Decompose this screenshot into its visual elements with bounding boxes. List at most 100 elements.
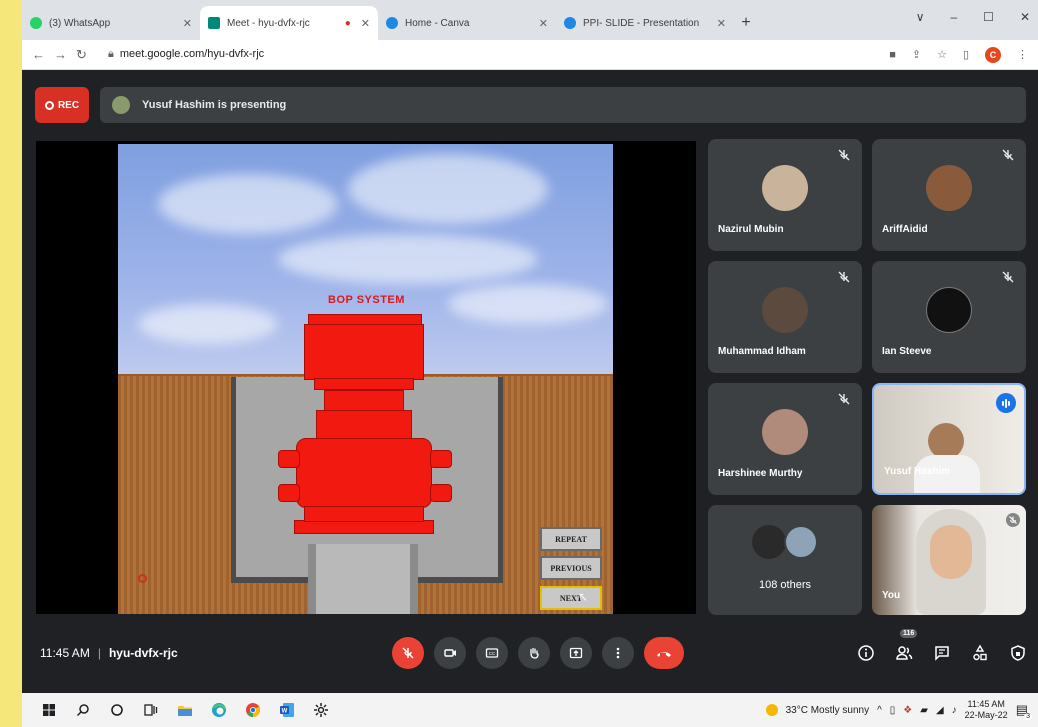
reload-icon[interactable]: ↻: [76, 47, 98, 63]
call-controls: CC: [392, 637, 684, 669]
share-icon[interactable]: ⇪: [912, 48, 921, 61]
tab-search-button[interactable]: ∨: [916, 10, 925, 24]
side-panel-icon[interactable]: ▯: [963, 48, 969, 61]
meeting-time: 11:45 AM: [40, 646, 90, 660]
info-icon: [858, 645, 874, 661]
task-view-icon[interactable]: [134, 693, 168, 727]
canva-icon: [386, 17, 398, 29]
url-field[interactable]: 🔒︎ meet.google.com/hyu-dvfx-rjc: [108, 48, 264, 61]
self-view-tile[interactable]: You: [872, 505, 1026, 615]
cortana-icon[interactable]: [100, 693, 134, 727]
close-window-button[interactable]: ✕: [1020, 10, 1030, 24]
back-arrow-icon[interactable]: ←: [32, 47, 54, 62]
meeting-details-button[interactable]: [856, 641, 876, 665]
activities-button[interactable]: [970, 641, 990, 665]
tab-presentation[interactable]: PPI- SLIDE - Presentation ✕: [556, 6, 734, 40]
tab-canva[interactable]: Home - Canva ✕: [378, 6, 556, 40]
clock-time: 11:45 AM: [967, 699, 1005, 709]
bop-lower-spool: [304, 506, 424, 522]
participant-tile[interactable]: AriffAidid: [872, 139, 1026, 251]
bop-base-flange: [294, 520, 434, 534]
present-screen-button[interactable]: [560, 637, 592, 669]
participant-tile[interactable]: Muhammad Idham: [708, 261, 862, 373]
participant-face: [928, 423, 964, 459]
camera-toggle-button[interactable]: [434, 637, 466, 669]
network-icon[interactable]: ▰: [920, 705, 928, 716]
camera-in-use-icon[interactable]: ■: [889, 49, 896, 61]
wellhead-post: [308, 544, 418, 614]
mic-off-icon: [1002, 271, 1014, 283]
minimize-button[interactable]: –: [950, 10, 957, 24]
cloud-shape: [278, 234, 538, 284]
cloud-shape: [448, 284, 608, 324]
new-tab-button[interactable]: +: [734, 14, 758, 32]
microphone-toggle-button[interactable]: [392, 637, 424, 669]
leave-call-button[interactable]: [644, 637, 684, 669]
bookmark-star-icon[interactable]: ☆: [937, 48, 947, 61]
windows-start-icon[interactable]: [32, 693, 66, 727]
participant-avatar: [762, 409, 808, 455]
tab-title: Meet - hyu-dvfx-rjc: [227, 17, 310, 29]
settings-gear-icon[interactable]: [304, 693, 338, 727]
notification-icon[interactable]: ▤ 3: [1016, 702, 1032, 720]
captions-button[interactable]: CC: [476, 637, 508, 669]
recording-badge[interactable]: REC: [35, 87, 89, 123]
recording-dot-icon: ●: [344, 17, 351, 29]
cloud-shape: [158, 174, 338, 234]
close-tab-icon[interactable]: ✕: [183, 17, 192, 30]
participant-tile[interactable]: Nazirul Mubin: [708, 139, 862, 251]
next-button[interactable]: NEXT: [540, 586, 602, 610]
slide-marker-icon: [138, 574, 147, 583]
people-icon: [896, 646, 913, 660]
edge-browser-icon[interactable]: [202, 693, 236, 727]
ram-body: [296, 438, 432, 508]
participant-tile-speaking[interactable]: Yusuf Hashim: [872, 383, 1026, 495]
word-icon[interactable]: W: [270, 693, 304, 727]
profile-avatar[interactable]: C: [985, 46, 1001, 63]
participant-tile[interactable]: Harshinee Murthy: [708, 383, 862, 495]
shield-lock-icon: [1011, 645, 1025, 661]
chevron-up-icon[interactable]: ^: [877, 705, 882, 716]
participant-avatar: [762, 165, 808, 211]
captions-icon: CC: [485, 648, 499, 658]
forward-arrow-icon[interactable]: →: [54, 47, 76, 62]
clock-date: 22-May-22: [964, 710, 1008, 720]
mic-off-icon: [838, 393, 850, 405]
file-explorer-icon[interactable]: [168, 693, 202, 727]
close-tab-icon[interactable]: ✕: [361, 17, 370, 30]
search-icon[interactable]: [66, 693, 100, 727]
volume-icon[interactable]: ♪: [952, 705, 957, 716]
mouse-cursor-icon: ↖: [578, 590, 589, 604]
host-controls-button[interactable]: [1008, 641, 1028, 665]
raise-hand-button[interactable]: [518, 637, 550, 669]
present-icon: [569, 647, 583, 659]
previous-button[interactable]: PREVIOUS: [540, 556, 602, 580]
people-button[interactable]: 116: [894, 629, 918, 665]
participant-tile[interactable]: Ian Steeve: [872, 261, 1026, 373]
battery-icon[interactable]: ▯: [890, 705, 896, 716]
mic-off-icon: [838, 149, 850, 161]
maximize-button[interactable]: ☐: [983, 10, 994, 24]
more-options-button[interactable]: [602, 637, 634, 669]
wifi-icon[interactable]: ◢: [936, 705, 944, 716]
kebab-menu-icon[interactable]: ⋮: [1017, 48, 1028, 61]
lock-icon: 🔒︎: [108, 48, 114, 60]
app-tray-icon[interactable]: ❖: [903, 705, 912, 716]
close-tab-icon[interactable]: ✕: [539, 17, 548, 30]
weather-text[interactable]: 33°C Mostly sunny: [786, 705, 869, 716]
tab-whatsapp[interactable]: (3) WhatsApp ✕: [22, 6, 200, 40]
participant-name: Muhammad Idham: [718, 346, 806, 357]
close-tab-icon[interactable]: ✕: [717, 17, 726, 30]
participant-name: Ian Steeve: [882, 346, 932, 357]
others-tile[interactable]: 108 others: [708, 505, 862, 615]
chrome-icon[interactable]: [236, 693, 270, 727]
taskbar-clock[interactable]: 11:45 AM 22-May-22: [965, 699, 1008, 721]
weather-sun-icon: [765, 704, 778, 716]
repeat-button[interactable]: REPEAT: [540, 527, 602, 551]
tab-meet[interactable]: Meet - hyu-dvfx-rjc ● ✕: [200, 6, 378, 40]
chat-button[interactable]: [932, 641, 952, 665]
meeting-code[interactable]: hyu-dvfx-rjc: [109, 646, 178, 660]
mic-off-icon: [1002, 149, 1014, 161]
system-tray: 33°C Mostly sunny ^ ▯ ❖ ▰ ◢ ♪ 11:45 AM 2…: [765, 699, 1038, 721]
ram-arm-right: [430, 484, 452, 502]
